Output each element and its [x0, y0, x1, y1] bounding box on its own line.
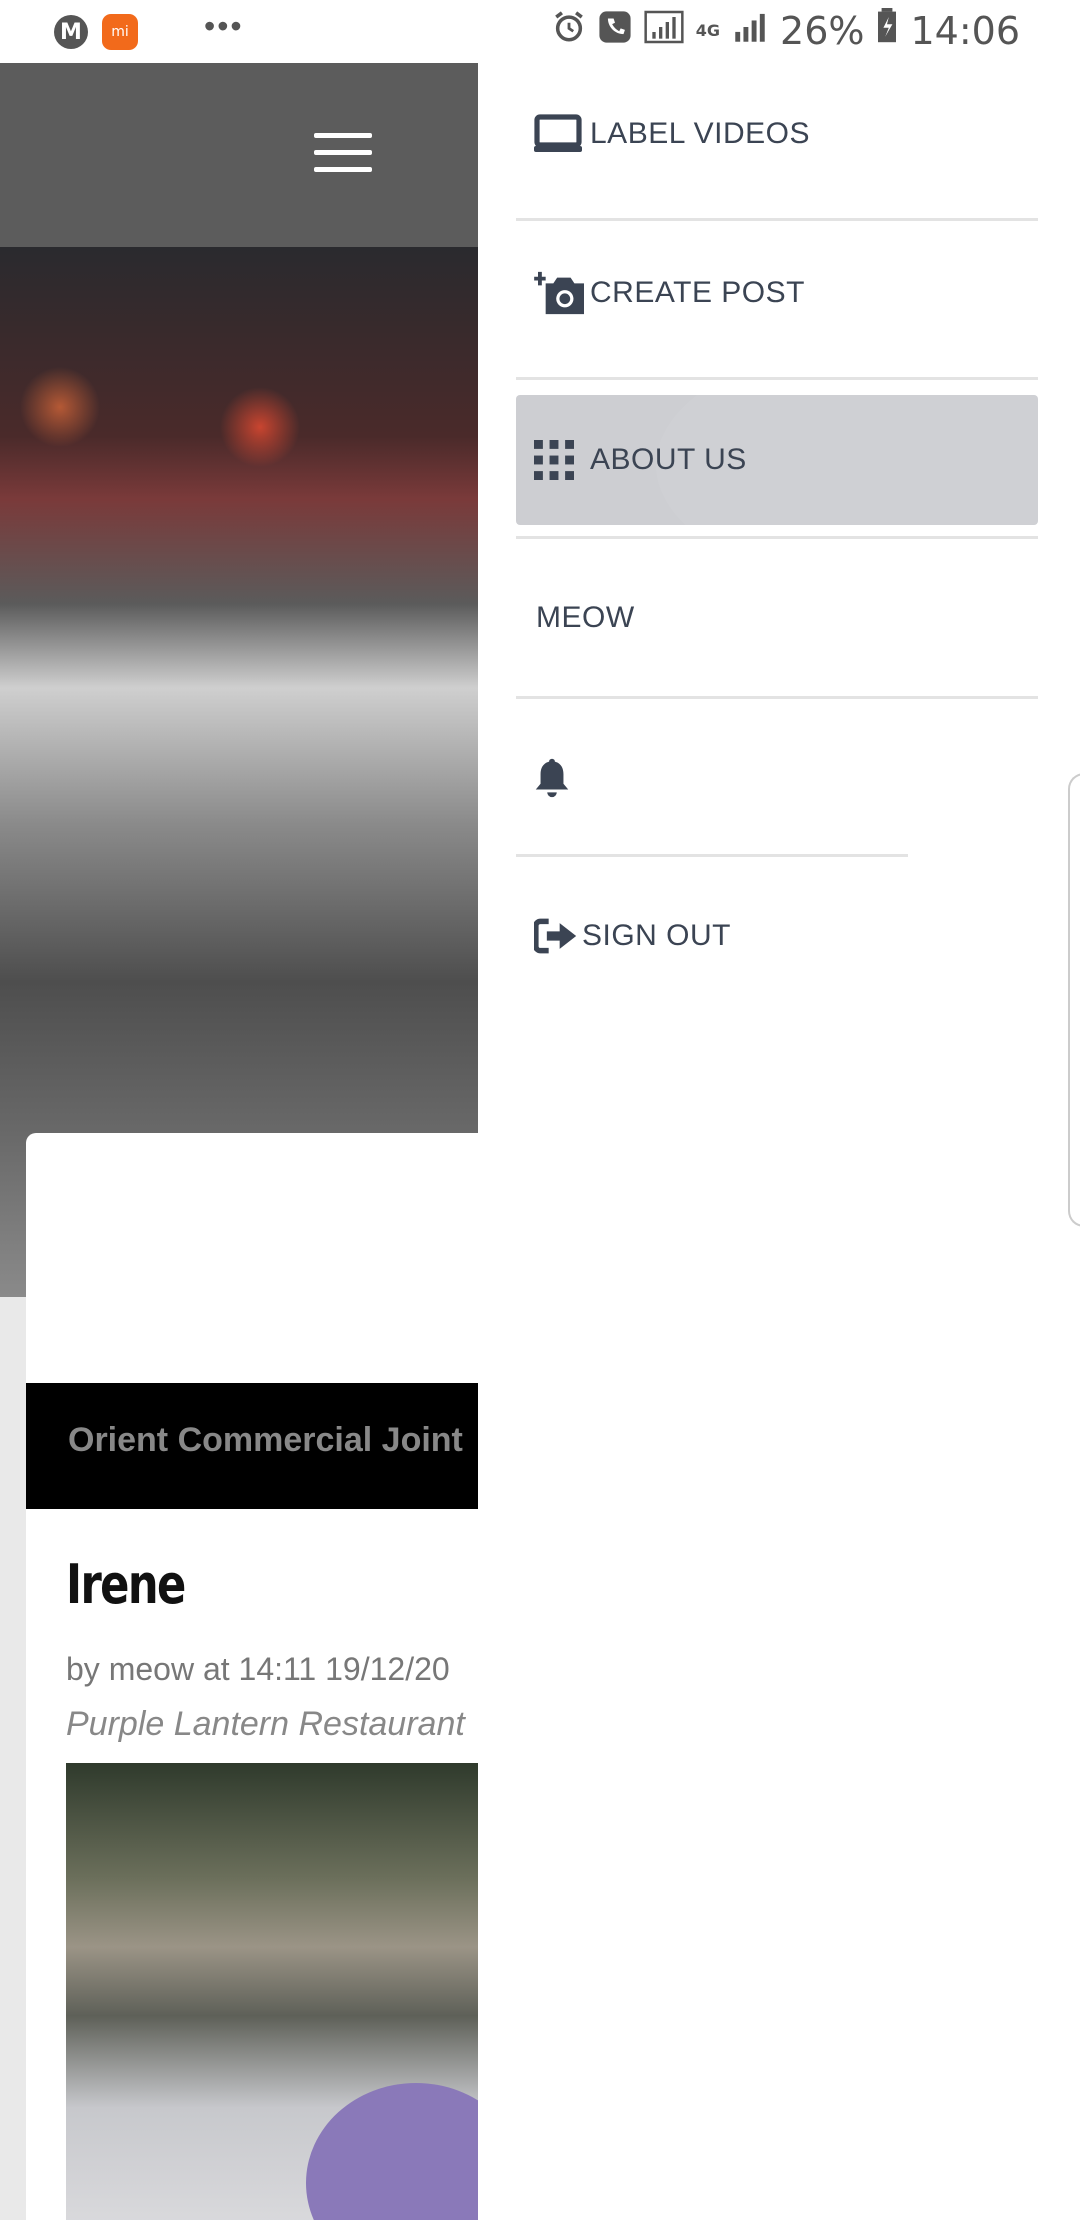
status-bar: M mi ••• 4G 26% 14:06 — [0, 0, 1080, 63]
organization-name: Orient Commercial Joint — [68, 1421, 463, 1459]
post-image-subject — [306, 2083, 478, 2220]
menu-label-meow: MEOW — [536, 601, 635, 634]
alarm-icon — [552, 9, 586, 53]
monitor-icon — [534, 106, 590, 162]
status-bar-notifications: M mi — [54, 14, 138, 50]
edge-panel-handle[interactable] — [1068, 773, 1080, 1227]
menu-divider — [516, 536, 1038, 539]
menu-item-about-us[interactable]: ABOUT US — [516, 395, 1038, 525]
menu-label-create-post: CREATE POST — [590, 276, 805, 309]
call-icon — [598, 9, 632, 53]
more-notifications-icon: ••• — [204, 8, 244, 44]
clock: 14:06 — [910, 8, 1020, 53]
menu-item-create-post[interactable]: CREATE POST — [516, 228, 1038, 358]
add-camera-icon — [534, 265, 590, 321]
menu-divider — [516, 854, 908, 857]
grid-icon — [534, 432, 590, 488]
post-location: Purple Lantern Restaurant — [66, 1705, 465, 1743]
menu-label-label-videos: LABEL VIDEOS — [590, 117, 810, 150]
battery-icon — [876, 8, 898, 53]
m-app-icon: M — [54, 15, 88, 49]
navigation-drawer: LABEL VIDEOS CREATE POST ABOUT US MEOW S… — [478, 63, 1080, 2220]
mi-app-icon: mi — [102, 14, 138, 50]
post-title[interactable]: Irene — [66, 1553, 186, 1616]
post-image[interactable] — [66, 1763, 478, 2220]
post-meta: by meow at 14:11 19/12/20 — [66, 1651, 450, 1687]
bell-icon — [534, 750, 590, 806]
status-bar-system: 4G 26% 14:06 — [552, 8, 1020, 53]
background-page: Orient Commercial Joint Irene by meow at… — [0, 63, 478, 2220]
menu-item-notifications[interactable] — [516, 713, 1038, 843]
menu-divider — [516, 218, 1038, 221]
menu-item-meow[interactable]: MEOW — [516, 553, 1038, 683]
network-type-icon: 4G — [695, 20, 721, 40]
menu-divider — [516, 377, 1038, 380]
menu-item-sign-out[interactable]: SIGN OUT — [516, 871, 1038, 1001]
signal-icon-2 — [732, 9, 768, 53]
signal-icon-1 — [644, 9, 684, 53]
page-header — [0, 63, 478, 247]
sign-out-icon — [534, 908, 582, 964]
battery-percent: 26% — [780, 8, 865, 53]
menu-item-label-videos[interactable]: LABEL VIDEOS — [516, 69, 1038, 199]
post-card[interactable]: Orient Commercial Joint Irene by meow at… — [26, 1133, 478, 2220]
organization-banner: Orient Commercial Joint — [26, 1383, 478, 1509]
menu-label-about-us: ABOUT US — [590, 443, 747, 476]
menu-divider — [516, 696, 1038, 699]
hamburger-menu-icon[interactable] — [314, 133, 372, 173]
menu-label-sign-out: SIGN OUT — [582, 919, 732, 952]
